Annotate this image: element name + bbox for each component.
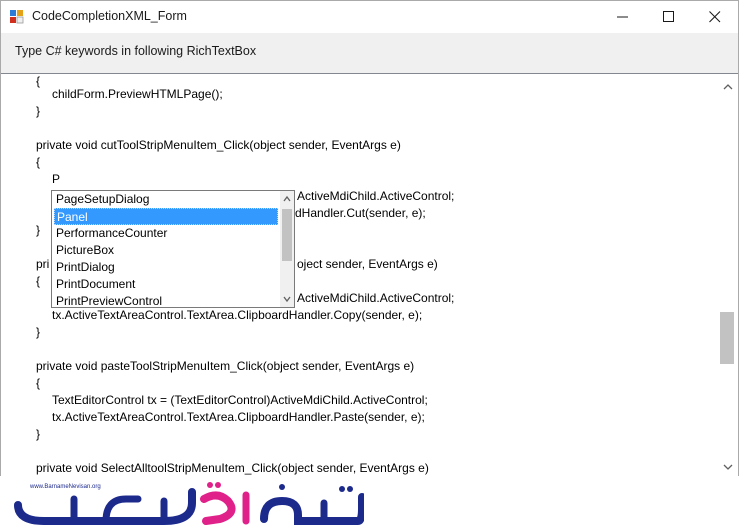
- completion-item[interactable]: PageSetupDialog: [54, 191, 278, 208]
- code-line: {: [36, 274, 41, 288]
- instruction-panel: Type C# keywords in following RichTextBo…: [1, 33, 738, 73]
- window-title: CodeCompletionXML_Form: [32, 9, 187, 23]
- code-line: }: [36, 325, 41, 339]
- code-line: P: [52, 172, 61, 186]
- code-line: TextEditorControl tx = (TextEditorContro…: [52, 393, 428, 407]
- code-line: tx.ActiveTextAreaControl.TextArea.Clipbo…: [52, 308, 423, 322]
- maximize-button[interactable]: [646, 1, 692, 33]
- completion-scroll-thumb[interactable]: [282, 209, 292, 261]
- instruction-label: Type C# keywords in following RichTextBo…: [15, 44, 257, 58]
- code-line: private void pasteToolStripMenuItem_Clic…: [36, 359, 415, 373]
- code-line: ActiveMdiChild.ActiveControl;: [297, 291, 455, 305]
- code-line: oject sender, EventArgs e): [297, 257, 438, 271]
- completion-scrollbar[interactable]: [280, 191, 294, 307]
- close-button[interactable]: [692, 1, 738, 33]
- minimize-icon: [617, 16, 628, 18]
- code-line: }: [36, 427, 41, 441]
- completion-item[interactable]: PictureBox: [54, 242, 278, 259]
- code-line: private void SelectAlltoolStripMenuItem_…: [36, 461, 429, 475]
- scroll-up-icon[interactable]: [721, 80, 735, 94]
- code-line: pri: [36, 257, 50, 271]
- code-line: private void cutToolStripMenuItem_Click(…: [36, 138, 401, 152]
- completion-item[interactable]: PerformanceCounter: [54, 225, 278, 242]
- code-line: {: [36, 376, 41, 390]
- code-line: }: [36, 223, 41, 237]
- title-bar: CodeCompletionXML_Form: [1, 1, 738, 33]
- completion-item[interactable]: PrintPreviewControl: [54, 293, 278, 307]
- completion-item[interactable]: PrintDocument: [54, 276, 278, 293]
- code-completion-list[interactable]: PageSetupDialog Panel PerformanceCounter…: [51, 190, 295, 308]
- logo-url: www.BarnameNevisan.org: [29, 484, 101, 490]
- app-icon: [10, 10, 24, 24]
- code-line: {: [36, 74, 41, 88]
- editor-scroll-thumb[interactable]: [720, 312, 734, 364]
- barnamenevisan-logo: www.BarnameNevisan.org: [14, 482, 364, 525]
- code-line: {: [36, 155, 41, 169]
- code-line: }: [36, 104, 41, 118]
- code-line: rdHandler.Cut(sender, e);: [291, 206, 426, 220]
- form-window: CodeCompletionXML_Form Type C# keywords …: [0, 0, 739, 476]
- scroll-down-icon[interactable]: [282, 293, 292, 305]
- completion-item[interactable]: PrintDialog: [54, 259, 278, 276]
- completion-item-selected[interactable]: Panel: [54, 208, 278, 225]
- scroll-up-icon[interactable]: [282, 193, 292, 205]
- code-line: tx.ActiveTextAreaControl.TextArea.Clipbo…: [52, 410, 425, 424]
- code-line: childForm.PreviewHTMLPage();: [52, 87, 223, 101]
- code-line: ActiveMdiChild.ActiveControl;: [297, 189, 455, 203]
- maximize-icon: [663, 11, 674, 22]
- close-icon: [709, 11, 721, 23]
- scroll-down-icon[interactable]: [721, 460, 735, 474]
- minimize-button[interactable]: [600, 1, 646, 33]
- editor-scrollbar[interactable]: [718, 74, 738, 476]
